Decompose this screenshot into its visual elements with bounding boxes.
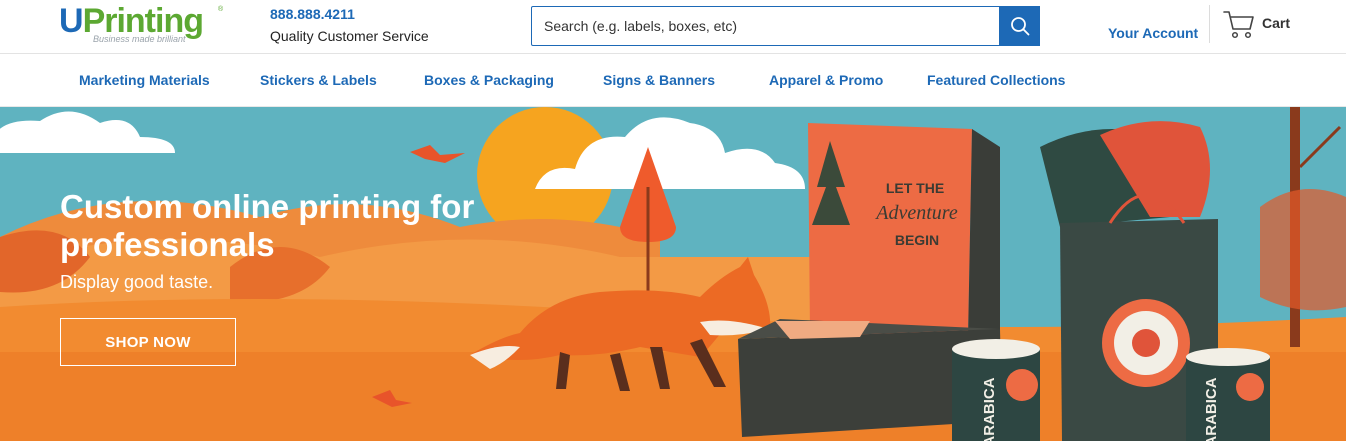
nav-boxes-packaging[interactable]: Boxes & Packaging (424, 72, 554, 88)
header-divider (1209, 5, 1210, 43)
hero-subtitle: Display good taste. (60, 272, 214, 292)
label-roll-text: ARABICA (981, 377, 998, 441)
cart-icon (1223, 11, 1254, 39)
nav-featured-collections[interactable]: Featured Collections (927, 72, 1065, 88)
box-text-line1: LET THE (886, 180, 944, 196)
nav-stickers-labels[interactable]: Stickers & Labels (260, 72, 377, 88)
search-icon (1010, 17, 1029, 36)
nav-apparel-promo[interactable]: Apparel & Promo (769, 72, 883, 88)
customer-service-label: Quality Customer Service (270, 28, 429, 44)
search-input[interactable] (532, 7, 1000, 45)
nav-signs-banners[interactable]: Signs & Banners (603, 72, 715, 88)
shop-now-button[interactable]: SHOP NOW (60, 318, 236, 366)
cart-label: Cart (1262, 15, 1291, 31)
phone-link[interactable]: 888.888.4211 (270, 6, 355, 22)
logo-tagline: Business made brilliant (93, 34, 186, 44)
site-header: UPrinting ® Business made brilliant 888.… (0, 0, 1346, 54)
hero-title: Custom online printing for professionals (60, 188, 475, 263)
search-button[interactable] (999, 6, 1040, 46)
uprinting-logo[interactable]: UPrinting ® Business made brilliant (59, 2, 229, 48)
main-nav: Marketing Materials Stickers & Labels Bo… (0, 54, 1346, 107)
search-bar (531, 6, 1040, 46)
hero-banner: LET THE Adventure BEGIN ARABICA ARABICA … (0, 107, 1346, 441)
cart-button[interactable]: Cart (1222, 8, 1302, 42)
logo-mark: U (59, 2, 84, 40)
your-account-link[interactable]: Your Account (1108, 25, 1198, 41)
label-roll-illustration: ARABICA (952, 339, 1040, 441)
nav-marketing-materials[interactable]: Marketing Materials (79, 72, 210, 88)
box-text-line3: BEGIN (895, 232, 939, 248)
label-roll-2-text: ARABICA (1203, 377, 1220, 441)
logo-registered-mark: ® (218, 6, 224, 13)
box-text-line2: Adventure (874, 202, 958, 224)
